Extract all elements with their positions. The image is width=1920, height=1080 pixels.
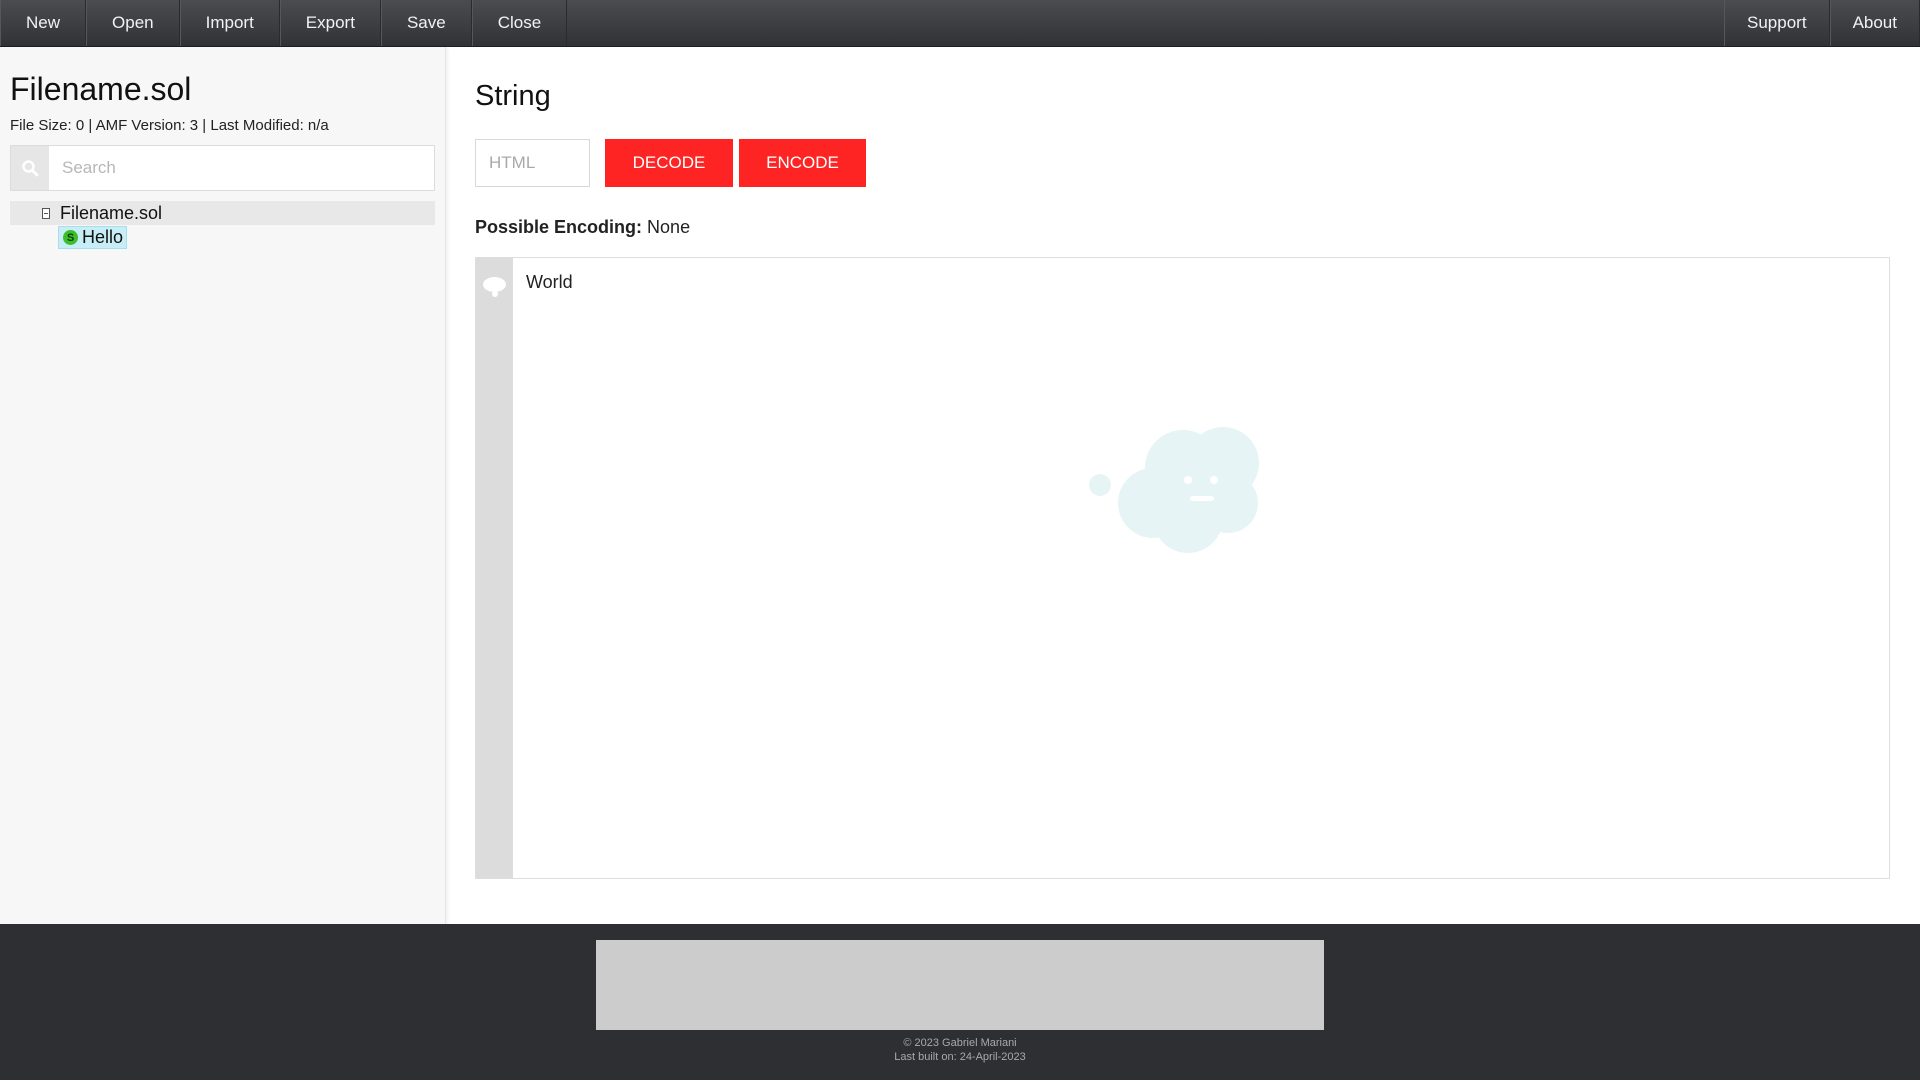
editor-value-text[interactable]: World [526, 272, 573, 293]
encode-button[interactable]: ENCODE [739, 139, 866, 187]
top-nav: New Open Import Export Save Close Suppor… [0, 0, 1920, 47]
tree-item-hello[interactable]: S Hello [58, 226, 128, 249]
search-box [10, 145, 435, 191]
nav-save[interactable]: Save [380, 0, 472, 46]
value-editor[interactable]: World [475, 257, 1890, 879]
encoding-input[interactable] [475, 139, 590, 187]
file-meta: File Size: 0 | AMF Version: 3 | Last Mod… [10, 117, 329, 134]
copyright-text: © 2023 Gabriel Mariani [903, 1037, 1017, 1049]
nav-about[interactable]: About [1829, 0, 1920, 46]
file-tree: Filename.sol S Hello [10, 201, 435, 249]
nav-support[interactable]: Support [1724, 0, 1830, 46]
possible-encoding: Possible Encoding: None [475, 217, 690, 238]
last-built-text: Last built on: 24-April-2023 [894, 1051, 1026, 1063]
sidebar: Filename.sol File Size: 0 | AMF Version:… [0, 47, 446, 924]
nav-left-group: New Open Import Export Save Close [0, 0, 568, 46]
nav-right-group: Support About [1724, 0, 1920, 46]
editor-gutter [476, 258, 513, 878]
nav-import[interactable]: Import [179, 0, 280, 46]
possible-encoding-value: None [647, 217, 691, 237]
string-type-icon: S [63, 230, 78, 245]
nav-open[interactable]: Open [86, 0, 180, 46]
footer: © 2023 Gabriel Mariani Last built on: 24… [0, 924, 1920, 1080]
search-icon [11, 146, 49, 190]
search-input[interactable] [49, 146, 434, 190]
tree-root-label: Filename.sol [60, 202, 163, 223]
decode-button[interactable]: DECODE [605, 139, 733, 187]
tree-item-label: Hello [82, 227, 124, 247]
value-type-title: String [475, 80, 551, 112]
nav-close[interactable]: Close [471, 0, 568, 46]
possible-encoding-label: Possible Encoding: [475, 217, 643, 237]
nav-export[interactable]: Export [279, 0, 381, 46]
tree-root-item[interactable]: Filename.sol [10, 201, 435, 225]
ad-placeholder [596, 940, 1324, 1030]
file-icon [42, 207, 50, 219]
comment-bubble-icon [483, 277, 506, 297]
file-title: Filename.sol [10, 71, 192, 107]
nav-new[interactable]: New [0, 0, 87, 46]
cloud-mascot-icon [1089, 427, 1259, 553]
